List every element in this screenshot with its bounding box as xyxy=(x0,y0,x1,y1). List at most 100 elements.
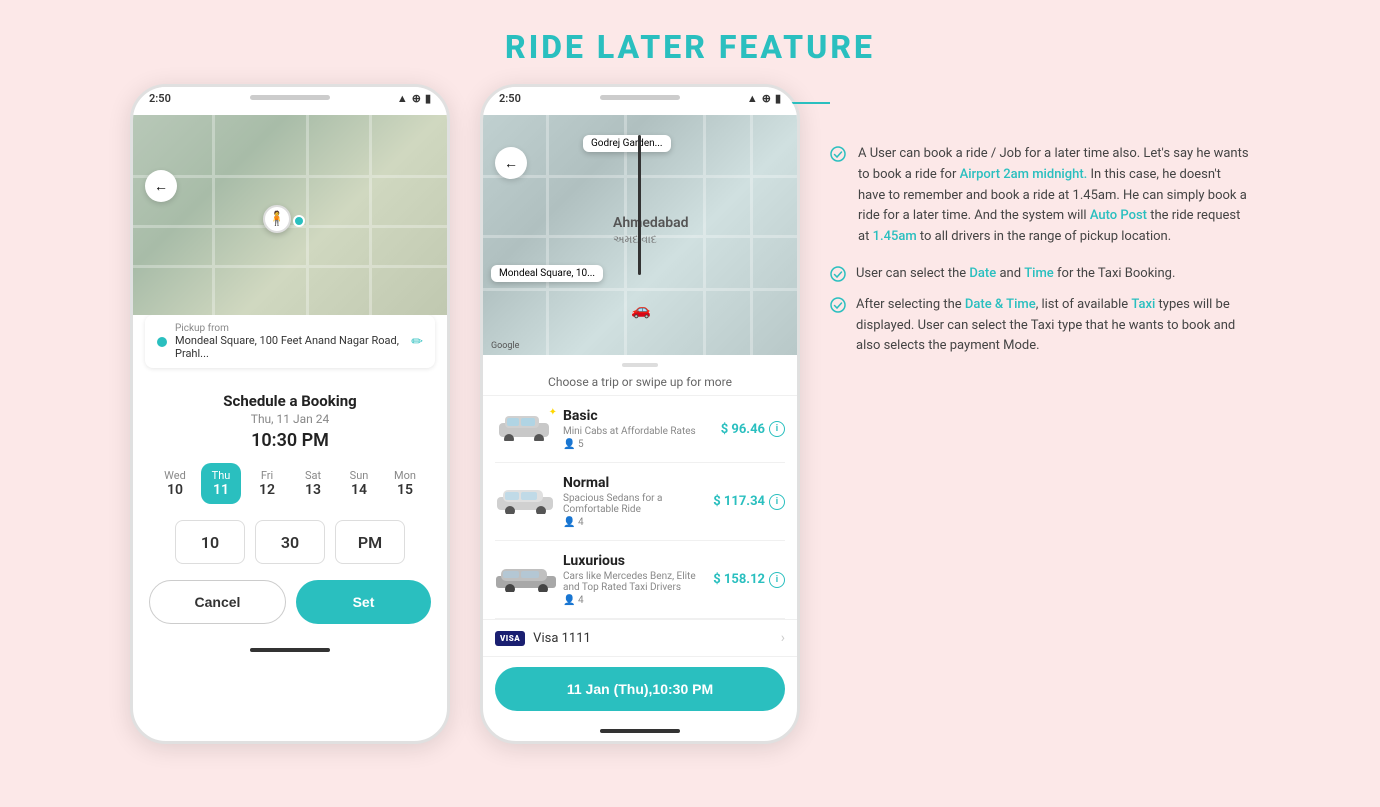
schedule-panel: Schedule a Booking Thu, 11 Jan 24 10:30 … xyxy=(133,376,447,640)
description-panel: A User can book a ride / Job for a later… xyxy=(830,84,1250,357)
ride-lux-cap: 👤 4 xyxy=(563,595,705,606)
person-icon-map: 🧍 xyxy=(263,205,291,233)
status-time-2: 2:50 xyxy=(499,92,521,105)
check-icon-main xyxy=(830,146,846,162)
ride-lux-info: Luxurious Cars like Mercedes Benz, Elite… xyxy=(555,553,713,606)
main-desc-text: A User can book a ride / Job for a later… xyxy=(858,144,1250,248)
chevron-right-icon: › xyxy=(781,630,785,646)
battery-icon-2: ▮ xyxy=(775,92,781,105)
pickup-map-label-2: Mondeal Square, 10... xyxy=(491,265,603,282)
sub-point-1: User can select the Date and Time for th… xyxy=(830,264,1250,285)
map-area-1: 🧍 ← xyxy=(133,115,447,315)
sub-point-2-text: After selecting the Date & Time, list of… xyxy=(856,295,1250,357)
main-description: A User can book a ride / Job for a later… xyxy=(830,144,1250,248)
ride-item-normal[interactable]: Normal Spacious Sedans for a Comfortable… xyxy=(495,463,785,541)
hour-selector[interactable]: 10 xyxy=(175,520,245,564)
sub-points: User can select the Date and Time for th… xyxy=(830,264,1250,357)
bottom-bar-2 xyxy=(600,729,680,733)
status-icons-2: ▲ ⊕ ▮ xyxy=(747,92,781,105)
ride-basic-info: Basic Mini Cabs at Affordable Rates 👤 5 xyxy=(555,408,721,450)
time-selectors: 10 30 PM xyxy=(149,520,431,564)
choose-label: Choose a trip or swipe up for more xyxy=(483,367,797,396)
book-button[interactable]: 11 Jan (Thu),10:30 PM xyxy=(495,667,785,711)
ride-normal-name: Normal xyxy=(563,475,705,491)
schedule-time: 10:30 PM xyxy=(149,430,431,451)
city-gujarati: અમદાવાદ xyxy=(613,233,657,247)
car-on-map: 🚗 xyxy=(631,300,651,319)
normal-price-val: $ 117.34 xyxy=(713,494,765,509)
ride-basic-price: $ 96.46 i xyxy=(721,421,785,437)
basic-star: ✦ xyxy=(549,407,557,418)
wifi-icon: ⊕ xyxy=(412,92,421,105)
day-selector: Wed 10 Thu 11 Fri 12 Sat 13 Sun 14 xyxy=(149,463,431,504)
edit-icon[interactable]: ✏ xyxy=(411,334,423,350)
check-icon-1 xyxy=(830,266,846,282)
status-bar-2: 2:50 ▲ ⊕ ▮ xyxy=(483,87,797,109)
ride-lux-desc: Cars like Mercedes Benz, Elite and Top R… xyxy=(563,571,705,593)
car-normal-svg xyxy=(495,484,555,514)
set-button[interactable]: Set xyxy=(296,580,431,624)
day-wed[interactable]: Wed 10 xyxy=(155,463,195,504)
location-dot-1 xyxy=(293,215,305,227)
phone-1: 2:50 ▲ ⊕ ▮ 🧍 xyxy=(130,84,450,744)
sub-point-1-text: User can select the Date and Time for th… xyxy=(856,264,1175,285)
battery-icon: ▮ xyxy=(425,92,431,105)
route-line xyxy=(638,135,641,275)
bottom-bar-1 xyxy=(250,648,330,652)
dest-map-label: Godrej Garden... xyxy=(583,135,671,152)
back-button-2[interactable]: ← xyxy=(495,147,527,179)
basic-info-icon[interactable]: i xyxy=(769,421,785,437)
basic-price-val: $ 96.46 xyxy=(721,422,765,437)
back-button-1[interactable]: ← xyxy=(145,170,177,202)
day-sun[interactable]: Sun 14 xyxy=(339,463,379,504)
pickup-label: Pickup from xyxy=(175,323,403,334)
payment-row[interactable]: VISA Visa 1111 › xyxy=(483,619,797,657)
car-lux-svg xyxy=(495,562,557,592)
sub-point-2: After selecting the Date & Time, list of… xyxy=(830,295,1250,357)
action-buttons: Cancel Set xyxy=(149,580,431,624)
page-title: RIDE LATER FEATURE xyxy=(505,28,875,66)
normal-info-icon[interactable]: i xyxy=(769,494,785,510)
payment-label: Visa 1111 xyxy=(533,631,781,646)
ride-item-lux[interactable]: Luxurious Cars like Mercedes Benz, Elite… xyxy=(495,541,785,619)
car-lux-img xyxy=(495,562,555,598)
cancel-button[interactable]: Cancel xyxy=(149,580,286,624)
lux-info-icon[interactable]: i xyxy=(769,572,785,588)
map-area-2: Ahmedabad અમદાવાદ Mondeal Square, 10... … xyxy=(483,115,797,355)
visa-badge: VISA xyxy=(495,631,525,646)
ride-normal-info: Normal Spacious Sedans for a Comfortable… xyxy=(555,475,713,528)
signal-icon-2: ▲ xyxy=(747,92,758,105)
ride-lux-price: $ 158.12 i xyxy=(713,572,785,588)
check-icon-2 xyxy=(830,297,846,313)
ride-lux-name: Luxurious xyxy=(563,553,705,569)
ride-basic-name: Basic xyxy=(563,408,713,424)
phone-2: 2:50 ▲ ⊕ ▮ xyxy=(480,84,800,744)
period-selector[interactable]: PM xyxy=(335,520,405,564)
lux-price-val: $ 158.12 xyxy=(713,572,765,587)
signal-icon: ▲ xyxy=(397,92,408,105)
pickup-address: Mondeal Square, 100 Feet Anand Nagar Roa… xyxy=(175,334,403,360)
status-time-1: 2:50 xyxy=(149,92,171,105)
car-normal-img xyxy=(495,484,555,520)
day-sat[interactable]: Sat 13 xyxy=(293,463,333,504)
wifi-icon-2: ⊕ xyxy=(762,92,771,105)
ride-basic-cap: 👤 5 xyxy=(563,439,713,450)
car-basic-img: ✦ xyxy=(495,411,555,447)
day-fri[interactable]: Fri 12 xyxy=(247,463,287,504)
ride-normal-price: $ 117.34 i xyxy=(713,494,785,510)
status-icons-1: ▲ ⊕ ▮ xyxy=(397,92,431,105)
schedule-date: Thu, 11 Jan 24 xyxy=(149,412,431,426)
day-thu[interactable]: Thu 11 xyxy=(201,463,241,504)
ride-basic-desc: Mini Cabs at Affordable Rates xyxy=(563,426,713,437)
ride-normal-cap: 👤 4 xyxy=(563,517,705,528)
map-attribution: Google xyxy=(491,341,519,351)
green-dot-1 xyxy=(157,337,167,347)
city-name: Ahmedabad xyxy=(613,215,689,231)
car-basic-svg xyxy=(495,411,553,441)
ride-normal-desc: Spacious Sedans for a Comfortable Ride xyxy=(563,493,705,515)
schedule-title: Schedule a Booking xyxy=(149,392,431,410)
pickup-bar-1: Pickup from Mondeal Square, 100 Feet Ana… xyxy=(145,315,435,368)
ride-item-basic[interactable]: ✦ Basic Mini Cabs at Affordable Rates 👤 … xyxy=(495,396,785,463)
day-mon[interactable]: Mon 15 xyxy=(385,463,425,504)
minute-selector[interactable]: 30 xyxy=(255,520,325,564)
